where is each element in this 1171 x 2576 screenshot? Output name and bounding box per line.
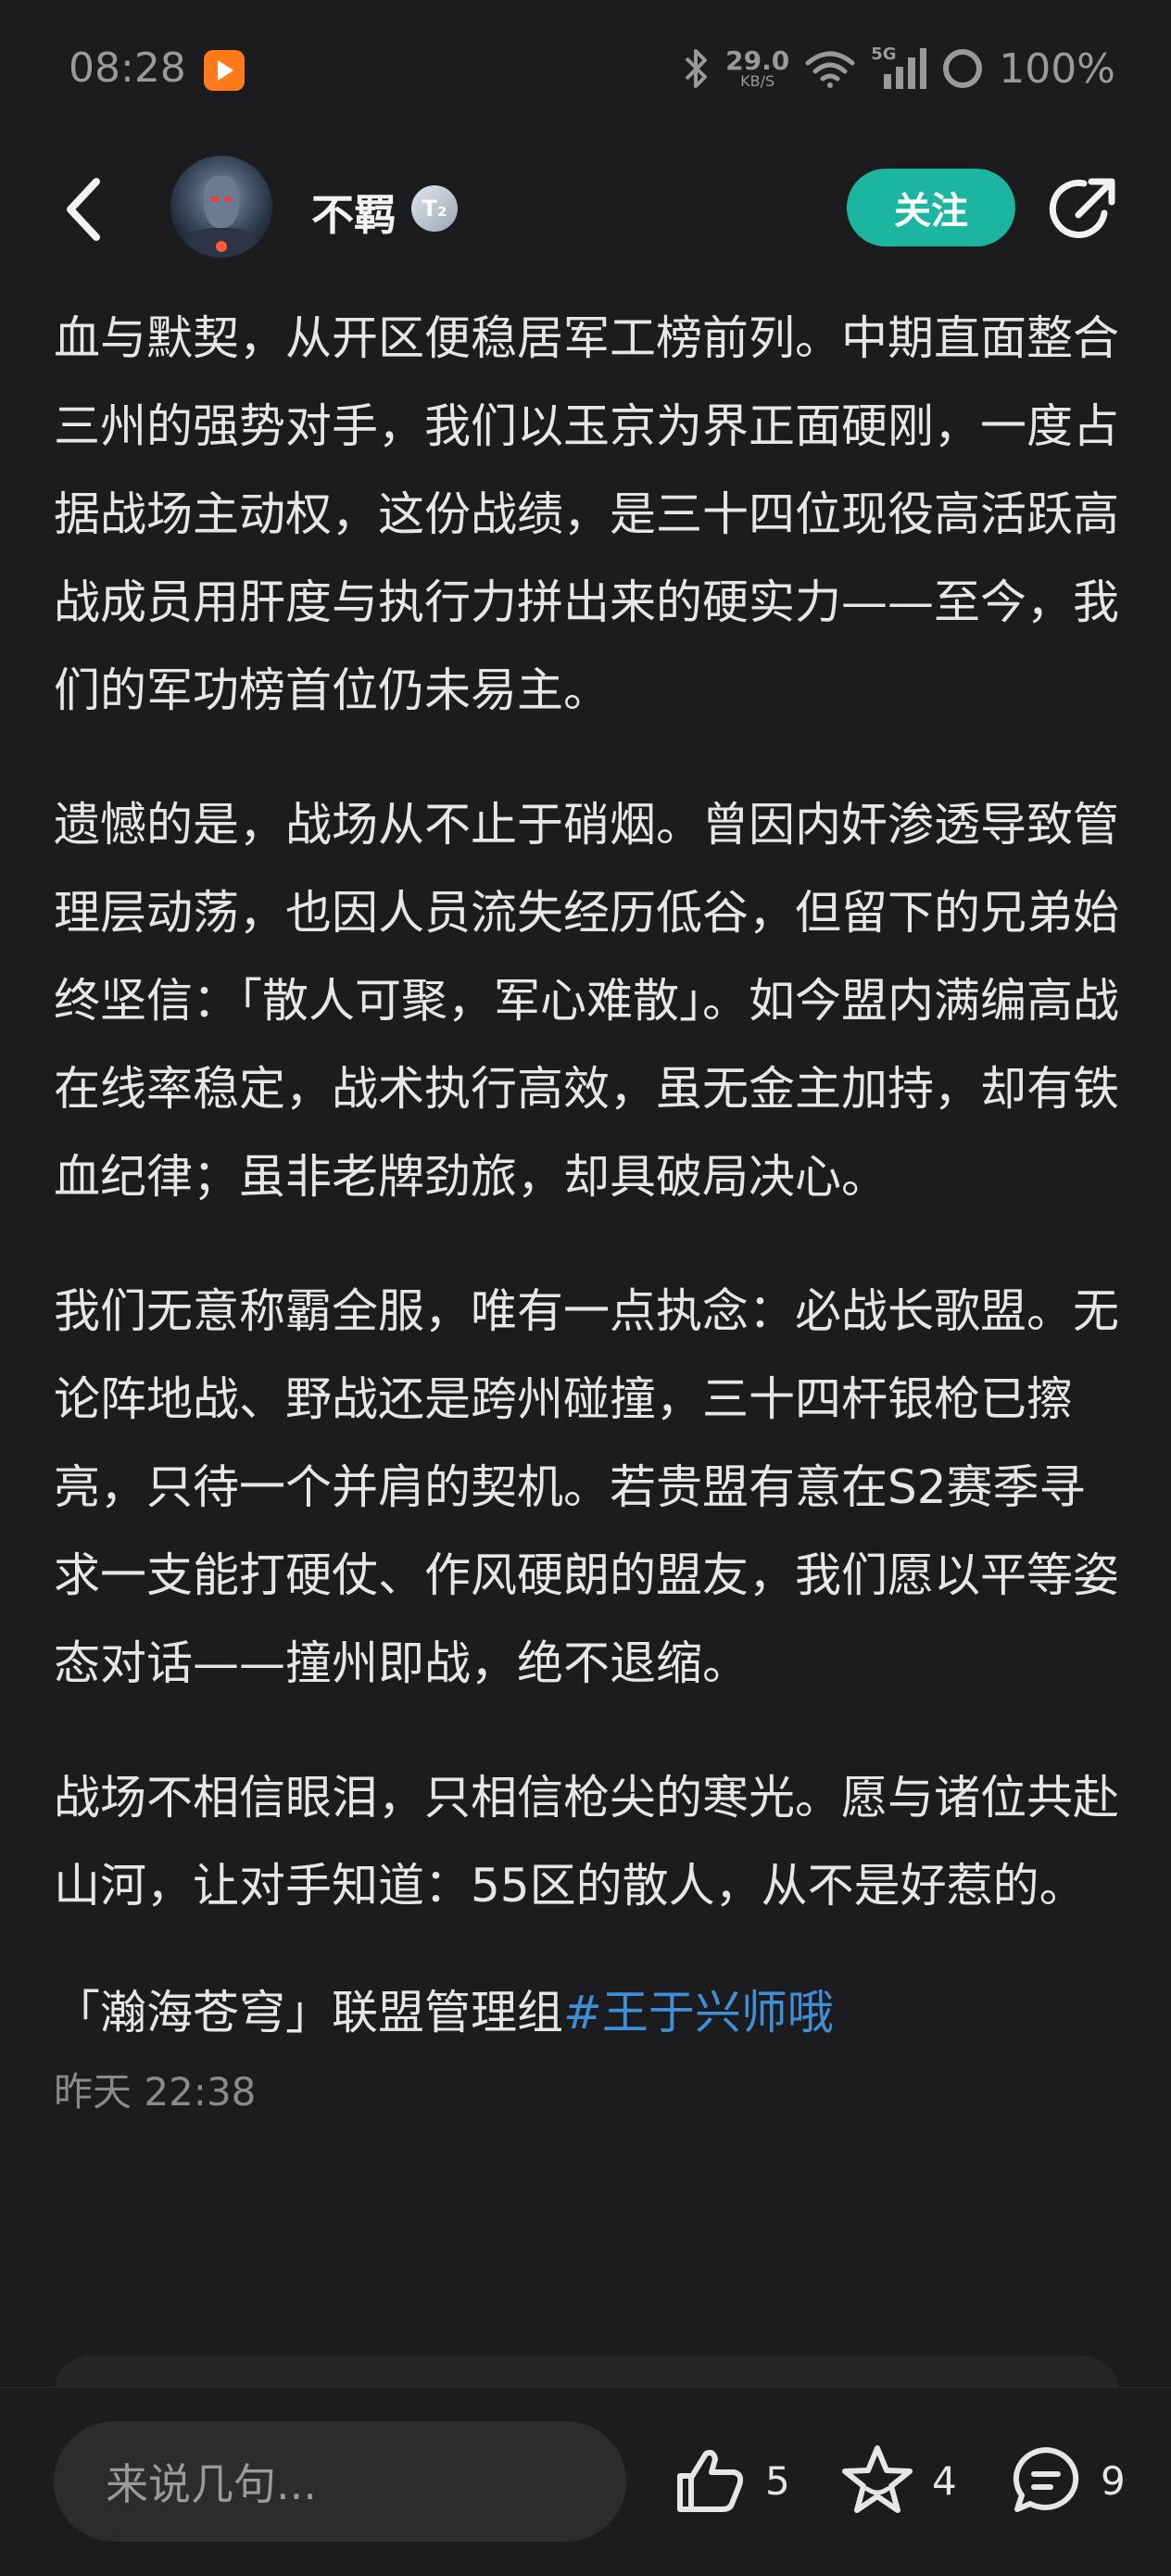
signal-group: 5G bbox=[871, 44, 927, 91]
comment-count: 9 bbox=[1101, 2457, 1126, 2504]
status-bar: 08:28 29.0 KB/S 5G 100% bbox=[0, 0, 1171, 139]
like-button[interactable]: 5 bbox=[673, 2434, 790, 2527]
favorite-count: 4 bbox=[932, 2457, 957, 2504]
signal-icon bbox=[884, 48, 927, 89]
net-speed: 29.0 KB/S bbox=[725, 48, 789, 89]
favorite-button[interactable]: 4 bbox=[839, 2434, 957, 2527]
share-icon[interactable] bbox=[1047, 172, 1121, 246]
net-speed-unit: KB/S bbox=[740, 72, 775, 90]
star-icon bbox=[842, 2445, 913, 2513]
back-icon[interactable] bbox=[56, 172, 111, 246]
hashtag-link[interactable]: #王于兴师哦 bbox=[563, 1986, 834, 2039]
post-signature-line: 「瀚海苍穹」联盟管理组#王于兴师哦 bbox=[54, 1969, 1119, 2057]
battery-level: 100% bbox=[999, 44, 1115, 93]
video-app-icon bbox=[204, 50, 245, 91]
post-content: 血与默契，从开区便稳居军工榜前列。中期直面整合三州的强势对手，我们以玉京为界正面… bbox=[54, 295, 1119, 2117]
status-time: 08:28 bbox=[69, 44, 186, 92]
comment-input[interactable]: 来说几句... bbox=[54, 2421, 626, 2542]
net-speed-value: 29.0 bbox=[725, 45, 790, 76]
like-count: 5 bbox=[765, 2457, 790, 2504]
post-header: 不羁 T₂ 关注 bbox=[0, 139, 1171, 278]
follow-button[interactable]: 关注 bbox=[847, 169, 1015, 246]
battery-icon bbox=[943, 49, 983, 88]
post-timestamp: 昨天 22:38 bbox=[54, 2069, 257, 2115]
post-paragraph-2: 遗憾的是，战场从不止于硝烟。曾因内奸渗透导致管理层动荡，也因人员流失经历低谷，但… bbox=[54, 798, 1119, 1204]
username[interactable]: 不羁 bbox=[311, 182, 397, 243]
status-indicators: 29.0 KB/S 5G 100% bbox=[683, 41, 1115, 96]
post-detail-page: 08:28 29.0 KB/S 5G 100% 不羁 T₂ 关注 血与默契，从开… bbox=[0, 0, 1171, 2576]
level-badge: T₂ bbox=[411, 185, 458, 232]
post-paragraph-1: 血与默契，从开区便稳居军工榜前列。中期直面整合三州的强势对手，我们以玉京为界正面… bbox=[54, 311, 1119, 717]
bottom-action-bar: 来说几句... 5 4 9 bbox=[0, 2387, 1171, 2576]
wifi-icon bbox=[805, 51, 855, 88]
post-signature: 「瀚海苍穹」联盟管理组 bbox=[54, 1986, 563, 2039]
thumbs-up-icon bbox=[677, 2449, 744, 2512]
bluetooth-icon bbox=[685, 49, 708, 88]
comment-icon bbox=[1013, 2447, 1079, 2512]
avatar[interactable] bbox=[170, 156, 272, 258]
post-paragraph-4: 战场不相信眼泪，只相信枪尖的寒光。愿与诸位共赴山河，让对手知道：55区的散人，从… bbox=[54, 1771, 1119, 1913]
comment-button[interactable]: 9 bbox=[1008, 2434, 1126, 2527]
post-paragraph-3: 我们无意称霸全服，唯有一点执念：必战长歌盟。无论阵地战、野战还是跨州碰撞，三十四… bbox=[54, 1284, 1119, 1690]
